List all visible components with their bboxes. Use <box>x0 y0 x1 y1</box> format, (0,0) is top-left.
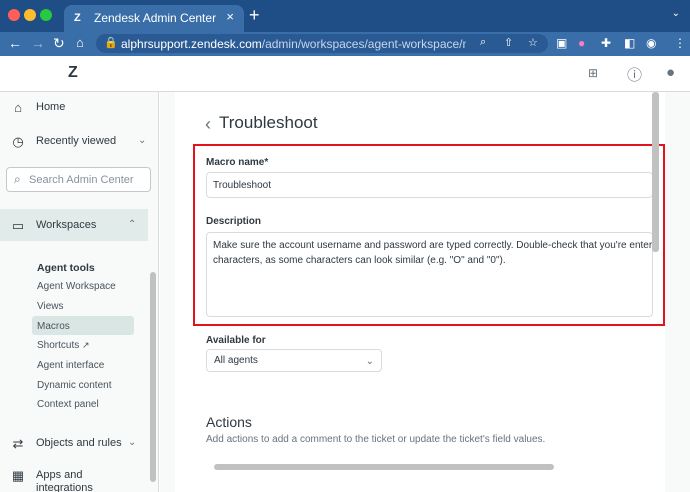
home-icon: ⌂ <box>14 100 22 115</box>
available-for-value: All agents <box>214 355 258 366</box>
external-link-icon: ↗ <box>82 340 90 350</box>
sidebar-item-label: integrations <box>36 482 93 492</box>
sidebar-item-label: Recently viewed <box>36 135 117 147</box>
red-highlight-box <box>193 144 665 326</box>
zendesk-logo-icon: Z <box>74 12 81 24</box>
browser-tab[interactable]: Z Zendesk Admin Center × <box>64 5 244 32</box>
extensions-puzzle-icon[interactable]: ✚ <box>601 36 611 50</box>
zoom-icon[interactable]: ⌕ <box>480 36 486 49</box>
sidebar-item-macros[interactable]: Macros <box>37 321 70 332</box>
sidebar-item-views[interactable]: Views <box>37 301 64 312</box>
sidebar-item-dynamic-content[interactable]: Dynamic content <box>37 380 111 391</box>
new-tab-button[interactable]: + <box>249 6 260 24</box>
sidebar-scrollbar[interactable] <box>150 272 156 482</box>
monitor-icon: ▭ <box>11 218 25 233</box>
search-icon: ⌕ <box>14 172 21 186</box>
help-icon[interactable]: ⓘ <box>627 64 642 85</box>
sidebar-item-label: Shortcuts <box>37 340 80 351</box>
browser-toolbar: ← → ↻ ⌂ 🔒 alphrsupport.zendesk.com/admin… <box>0 32 690 56</box>
clock-icon: ◷ <box>12 134 24 149</box>
chevron-up-icon: ⌃ <box>128 219 137 230</box>
apps-grid-icon: ▦ <box>11 468 25 483</box>
search-input[interactable] <box>29 171 147 188</box>
back-arrow-icon[interactable]: ← <box>8 35 22 51</box>
window-maximize-button[interactable] <box>40 9 52 21</box>
vertical-scrollbar[interactable] <box>652 92 659 252</box>
url-path: /admin/workspaces/agent-workspace/macr..… <box>261 37 466 51</box>
admin-search[interactable]: ⌕ <box>6 167 151 192</box>
profile-avatar-icon[interactable]: ◉ <box>646 36 656 50</box>
available-for-label: Available for <box>206 335 266 346</box>
url-host: alphrsupport.zendesk.com <box>121 37 262 51</box>
url-text: alphrsupport.zendesk.com/admin/workspace… <box>121 37 466 51</box>
app-header: Z ⊞ ⓘ ● <box>0 56 690 92</box>
objects-rules-icon: ⇄ <box>12 436 24 451</box>
actions-heading: Actions <box>206 414 252 430</box>
macro-edit-panel: ‹ Troubleshoot Macro name* Description M… <box>175 92 665 492</box>
sidebar-item-label: Apps and <box>36 469 83 481</box>
sidebar-item-agent-workspace[interactable]: Agent Workspace <box>37 281 116 292</box>
window-close-button[interactable] <box>8 9 20 21</box>
sidebar-item-context-panel[interactable]: Context panel <box>37 399 99 410</box>
browser-menu-icon[interactable]: ⋮ <box>674 36 686 50</box>
sidebar-section-agent-tools: Agent tools <box>37 262 95 274</box>
available-for-select[interactable]: All agents ⌄ <box>206 349 382 372</box>
back-chevron-icon[interactable]: ‹ <box>205 114 211 135</box>
chevron-down-icon: ⌄ <box>128 437 137 448</box>
extension-icon[interactable]: ● <box>578 36 585 50</box>
sidebar-item-label: Workspaces <box>36 219 97 231</box>
lock-icon: 🔒 <box>104 37 118 49</box>
tab-title: Zendesk Admin Center <box>94 11 217 25</box>
sidebar-item-agent-interface[interactable]: Agent interface <box>37 360 104 371</box>
page-title: Troubleshoot <box>219 113 318 132</box>
sidebar-item-shortcuts[interactable]: Shortcuts ↗ <box>37 340 90 351</box>
zendesk-logo-icon[interactable]: Z <box>68 64 78 82</box>
close-tab-icon[interactable]: × <box>226 9 234 24</box>
share-icon[interactable]: ⇧ <box>504 36 513 49</box>
sidebar-item-label: Home <box>36 101 66 113</box>
sidebar-item-label: Objects and rules <box>36 437 122 449</box>
chevron-down-icon: ⌄ <box>138 135 147 146</box>
forward-arrow-icon[interactable]: → <box>31 35 45 51</box>
horizontal-scrollbar[interactable] <box>214 464 554 470</box>
home-icon[interactable]: ⌂ <box>76 35 84 51</box>
side-panel-icon[interactable]: ◧ <box>624 36 635 50</box>
chevron-down-icon: ⌄ <box>365 356 374 367</box>
reload-icon[interactable]: ↻ <box>53 35 65 51</box>
user-profile-icon[interactable]: ● <box>666 64 675 81</box>
bookmark-star-icon[interactable]: ☆ <box>528 36 538 49</box>
window-minimize-button[interactable] <box>24 9 36 21</box>
product-tray-icon[interactable]: ⊞ <box>588 66 598 80</box>
actions-description: Add actions to add a comment to the tick… <box>206 434 546 445</box>
main-content: ‹ Troubleshoot Macro name* Description M… <box>160 92 690 492</box>
admin-sidebar: ⌂ Home ◷ Recently viewed ⌄ ⌕ ▭ Workspace… <box>0 92 159 492</box>
extension-icon[interactable]: ▣ <box>556 36 567 50</box>
browser-tab-strip: Z Zendesk Admin Center × + ⌄ <box>0 0 690 32</box>
address-bar[interactable]: 🔒 alphrsupport.zendesk.com/admin/workspa… <box>96 34 548 53</box>
sidebar-item-workspaces[interactable]: ▭ Workspaces ⌃ <box>0 209 148 241</box>
tab-search-chevron-icon[interactable]: ⌄ <box>672 8 680 19</box>
